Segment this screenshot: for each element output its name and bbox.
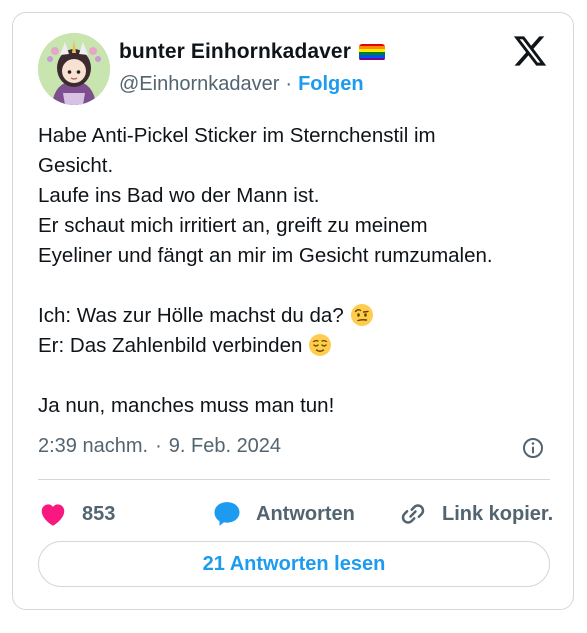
relieved-face-icon: [309, 334, 332, 356]
tweet-time: 2:39 nachm.: [38, 435, 149, 457]
copy-link-button[interactable]: Link kopier.: [398, 499, 553, 529]
tweet-text: Habe Anti-Pickel Sticker im Sternchensti…: [38, 121, 558, 421]
separator-dot: ·: [155, 435, 162, 457]
read-replies-button[interactable]: 21 Antworten lesen: [38, 541, 550, 587]
tweet-line: Ich: Was zur Hölle machst du da?: [38, 304, 344, 327]
reply-button[interactable]: Antworten: [212, 499, 398, 529]
reply-label: Antworten: [256, 502, 355, 525]
read-replies-label: 21 Antworten lesen: [202, 552, 386, 575]
tweet-line: Habe Anti-Pickel Sticker im Sternchensti…: [38, 124, 436, 147]
x-logo-icon[interactable]: [512, 33, 548, 69]
rainbow-flag-icon: [358, 43, 385, 61]
tweet-date: 9. Feb. 2024: [168, 435, 282, 457]
tweet-timestamp[interactable]: 2:39 nachm. · 9. Feb. 2024: [38, 435, 281, 458]
separator-dot: ·: [285, 73, 293, 95]
tweet-line: Er: Das Zahlenbild verbinden: [38, 334, 303, 357]
tweet-line-with-emoji: Er: Das Zahlenbild verbinden: [38, 331, 558, 361]
tweet-card: bunter Einhornkadaver @Einhornkadaver · …: [12, 12, 574, 610]
speech-bubble-icon: [214, 502, 240, 526]
info-icon[interactable]: [521, 436, 545, 460]
divider: [38, 479, 550, 480]
tweet-line: Ja nun, manches muss man tun!: [38, 394, 335, 417]
author-display-name[interactable]: bunter Einhornkadaver: [119, 40, 351, 64]
copy-link-label: Link kopier.: [442, 502, 554, 525]
author-handle-row: @Einhornkadaver · Folgen: [119, 73, 364, 96]
action-bar: 853 Antworten Link kopier.: [38, 497, 553, 531]
avatar[interactable]: [38, 33, 110, 105]
tweet-line: Laufe ins Bad wo der Mann ist.: [38, 184, 320, 207]
raised-eyebrow-face-icon: [350, 304, 373, 326]
heart-icon: [41, 504, 65, 526]
author-name-row: bunter Einhornkadaver: [119, 40, 385, 64]
follow-button[interactable]: Folgen: [298, 73, 364, 96]
like-button[interactable]: 853: [38, 499, 212, 529]
tweet-line: Eyeliner und fängt an mir im Gesicht rum…: [38, 244, 493, 267]
like-count: 853: [82, 502, 116, 525]
tweet-line: Er schaut mich irritiert an, greift zu m…: [38, 214, 428, 237]
tweet-line-with-emoji: Ich: Was zur Hölle machst du da?: [38, 301, 558, 331]
tweet-line: Gesicht.: [38, 154, 114, 177]
author-handle[interactable]: @Einhornkadaver: [119, 73, 279, 96]
link-icon: [401, 504, 425, 524]
avatar-image: [38, 33, 110, 105]
